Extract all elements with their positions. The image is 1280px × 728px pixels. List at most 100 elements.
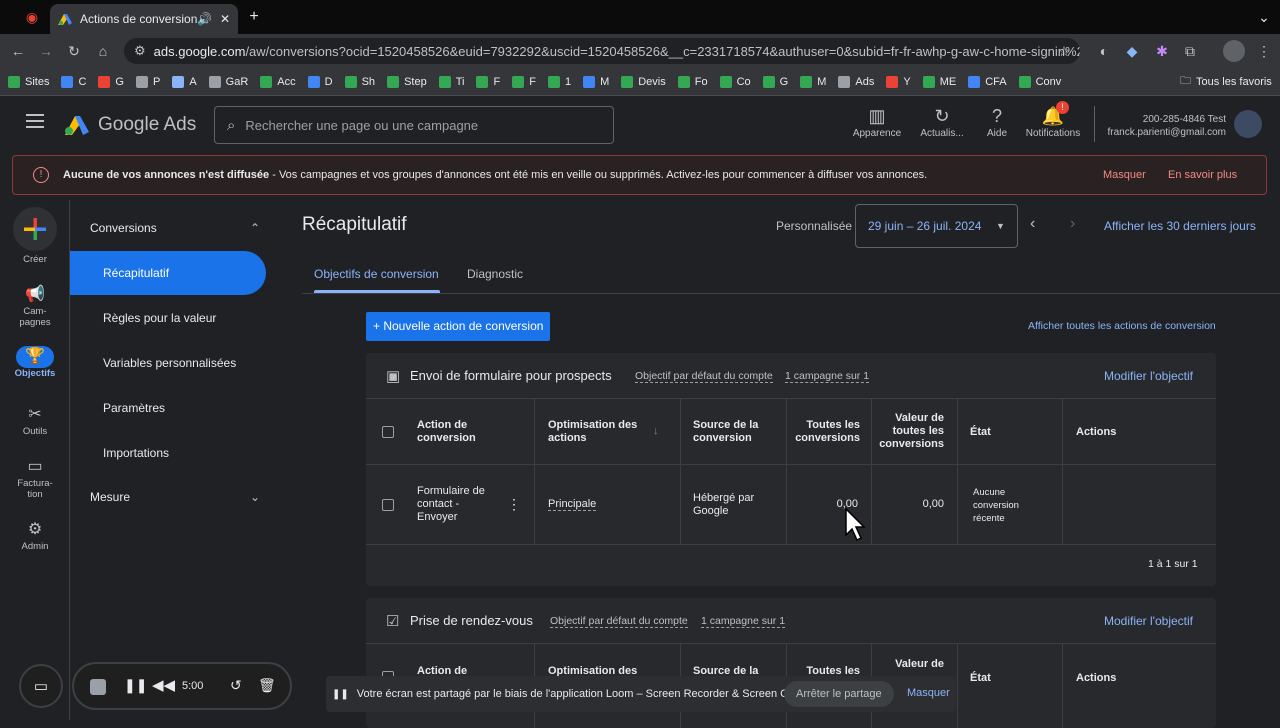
home-icon[interactable]: ⌂ [93,41,113,61]
col-action[interactable]: Action de conversion [417,419,476,445]
rail-campaigns[interactable]: 📢 Cam- pagnes [0,284,70,328]
help-button[interactable]: ? Aide [976,106,1018,139]
hide-share-bar-button[interactable]: Masquer [907,687,950,699]
view-all-actions-link[interactable]: Afficher toutes les actions de conversio… [1028,320,1216,332]
bookmark-item[interactable]: F [476,75,500,88]
profile-avatar[interactable] [1223,40,1245,62]
bookmark-item[interactable]: M [583,75,609,88]
bookmark-item[interactable]: Sh [344,75,375,88]
appearance-button[interactable]: ▥ Apparence [848,106,906,139]
alert-learn-more-link[interactable]: En savoir plus [1168,169,1237,181]
bookmark-item[interactable]: Devis [621,75,666,88]
bookmark-item[interactable]: CFA [968,75,1007,88]
last-30-days-link[interactable]: Afficher les 30 derniers jours [1104,219,1256,233]
rewind-icon[interactable]: ◀◀ [152,676,175,694]
stop-sharing-button[interactable]: Arrêter le partage [784,681,894,707]
pause-icon[interactable]: ❚❚ [124,677,147,694]
nav-section-measure[interactable]: Mesure ⌄ [90,490,260,504]
notifications-button[interactable]: 🔔 Notifications [1022,106,1084,139]
bookmark-item[interactable]: G [98,75,124,88]
modify-goal-link[interactable]: Modifier l'objectif [1104,614,1193,628]
trash-icon[interactable]: 🗑 [258,677,276,694]
date-range-select[interactable]: 29 juin – 26 juil. 2024 ▼ [855,204,1018,248]
new-conversion-action-button[interactable]: + Nouvelle action de conversion [366,312,551,341]
bookmark-item[interactable]: ME [922,75,956,88]
stop-recording-icon[interactable] [90,679,106,695]
forward-icon[interactable]: → [36,41,56,61]
col-conversion-value[interactable]: Valeur de toutes les conversions [874,412,944,451]
tab-diagnostic[interactable]: Diagnostic [467,267,523,281]
nav-section-conversions[interactable]: Conversions ⌃ [90,221,260,235]
rail-billing[interactable]: ▭ Factura- tion [0,456,70,500]
back-icon[interactable]: ← [8,41,28,61]
prev-period-icon[interactable]: ‹ [1030,215,1035,233]
restart-icon[interactable]: ↺ [230,677,242,694]
nav-item-settings[interactable]: Paramètres [70,386,266,430]
nav-item-custom-variables[interactable]: Variables personnalisées [70,341,266,385]
close-icon[interactable]: ✕ [220,12,230,26]
nav-item-summary[interactable]: Récapitulatif [70,251,266,295]
search-input[interactable]: ⌕ Rechercher une page ou une campagne [214,106,614,144]
select-all-checkbox[interactable] [382,426,394,438]
bookmark-item[interactable]: Y [886,75,911,88]
next-period-icon[interactable]: › [1070,215,1075,233]
site-settings-icon[interactable]: ⚙ [134,43,146,59]
bookmark-item[interactable]: GaR [208,75,248,88]
star-icon[interactable]: ☆ [1054,41,1074,61]
create-button[interactable] [13,207,57,251]
bookmark-item[interactable]: Fo [677,75,708,88]
conversion-action-link[interactable]: Formulaire de contact - Envoyer [417,485,485,524]
chevron-down-icon[interactable]: ⌄ [1254,7,1274,27]
camera-icon[interactable]: ▭ [19,664,63,708]
bookmark-item[interactable]: Sites [8,75,49,88]
sort-arrow-icon[interactable]: ↓ [653,425,659,437]
col-all-conversions[interactable]: Toutes les conversions [788,419,860,445]
rail-tools[interactable]: ✂ Outils [0,404,70,437]
col-source[interactable]: Source de la conversion [693,419,758,445]
bookmark-item[interactable]: A [172,75,197,88]
modify-goal-link[interactable]: Modifier l'objectif [1104,369,1193,383]
more-options-icon[interactable]: ⋮ [507,496,521,513]
col-state[interactable]: État [970,426,991,438]
extensions-puzzle-icon[interactable]: ⧉ [1180,41,1200,61]
extension-tag-icon[interactable]: ◆ [1122,41,1142,61]
account-info[interactable]: 200-285-4846 Test franck.parienti@gmail.… [1100,113,1226,139]
reload-icon[interactable]: ↻ [64,41,84,61]
goal-default-badge[interactable]: Objectif par défaut du compte [550,615,688,628]
bookmark-item[interactable]: 1 [547,75,571,88]
row-checkbox[interactable] [382,499,394,511]
col-optimization[interactable]: Optimisation des actions [548,419,637,445]
account-avatar[interactable] [1234,110,1262,138]
bookmark-item[interactable]: M [800,75,826,88]
bookmark-item[interactable]: P [135,75,160,88]
bookmark-item[interactable]: Acc [260,75,296,88]
bookmark-item[interactable]: Conv [1018,75,1061,88]
goal-campaigns-badge[interactable]: 1 campagne sur 1 [701,615,786,628]
bookmark-item[interactable]: C [61,75,86,88]
optimization-value[interactable]: Principale [548,498,597,511]
goal-default-badge[interactable]: Objectif par défaut du compte [635,370,773,383]
tab-conversion-goals[interactable]: Objectifs de conversion [314,267,439,281]
rail-admin[interactable]: ⚙ Admin [0,519,70,552]
refresh-button[interactable]: ↻ Actualis... [914,106,970,139]
record-icon[interactable]: ◉ [22,7,42,27]
bookmark-item[interactable]: Ads [838,75,874,88]
hamburger-menu-icon[interactable] [26,114,44,128]
col-conversion-value[interactable]: Valeur de [874,658,944,670]
nav-item-imports[interactable]: Importations [70,431,266,475]
all-bookmarks[interactable]: 🗀 Tous les favoris [1180,72,1272,91]
rail-goals[interactable]: 🏆 Objectifs [0,346,70,379]
goal-campaigns-badge[interactable]: 1 campagne sur 1 [785,370,870,383]
col-state[interactable]: État [970,672,991,684]
extension-bug-icon[interactable]: ✱ [1152,41,1172,61]
bookmark-item[interactable]: F [512,75,536,88]
bookmark-item[interactable]: Step [387,75,427,88]
bookmark-item[interactable]: Co [719,75,751,88]
browser-tab[interactable]: Actions de conversion - T 🔊 ✕ [50,4,238,34]
address-bar[interactable]: ⚙ ads.google.com/aw/conversions?ocid=152… [124,38,1080,64]
nav-item-value-rules[interactable]: Règles pour la valeur [70,296,266,340]
extension-incognito-icon[interactable]: ◐ [1094,41,1114,61]
bookmark-item[interactable]: D [307,75,333,88]
bookmark-item[interactable]: Ti [438,75,464,88]
speaker-icon[interactable]: 🔊 [197,12,212,26]
